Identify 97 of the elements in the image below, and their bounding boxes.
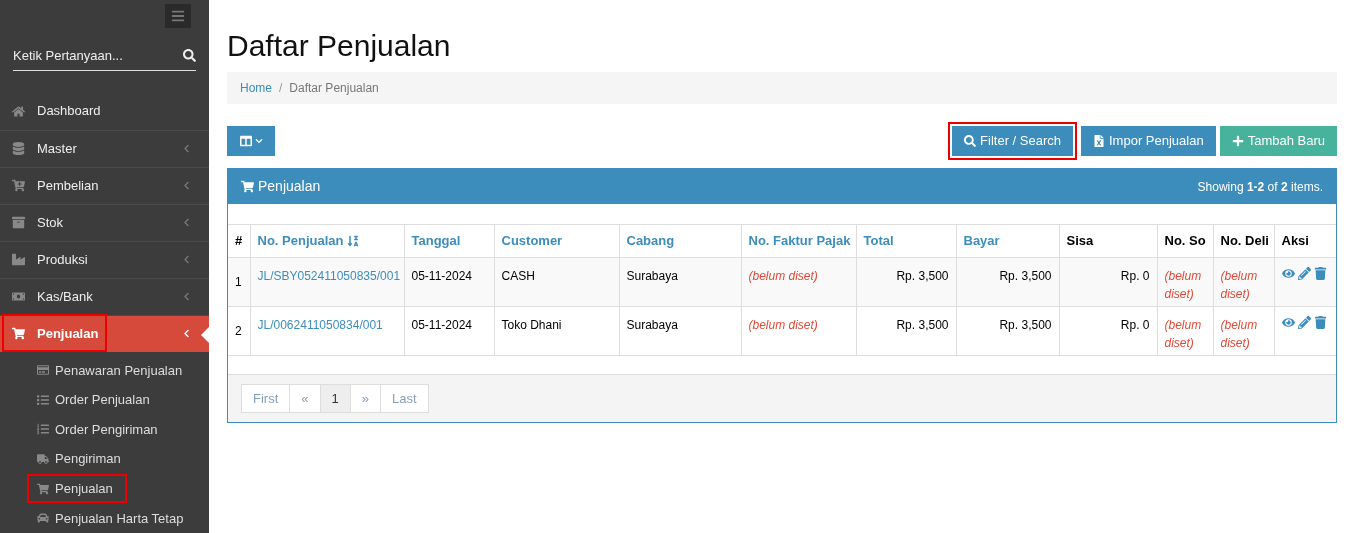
unset-value: (belum diset) [1220, 269, 1258, 301]
search-icon [964, 135, 977, 147]
sidebar-item[interactable]: Pembelian [0, 166, 209, 204]
cart-icon [37, 482, 49, 495]
car-icon [37, 512, 49, 525]
search-field[interactable]: Ketik Pertanyaan... [13, 46, 183, 66]
panel-title: Penjualan [258, 177, 321, 196]
chevron-icon [182, 218, 191, 227]
breadcrumb-link[interactable]: Home [240, 79, 272, 97]
table-cell: Rp. 3,500 [896, 318, 949, 332]
view-icon[interactable] [1281, 267, 1295, 280]
list-icon [37, 393, 49, 406]
table-cell: Surabaya [626, 318, 678, 332]
sidebar-item[interactable]: Stok [0, 203, 209, 241]
column-header[interactable]: No. Penjualan [250, 224, 404, 258]
table-cell: 05-11-2024 [411, 318, 472, 332]
submenu-item[interactable]: Order Penjualan [27, 385, 164, 415]
unset-value: (belum diset) [1220, 318, 1258, 350]
table-cell: Rp. 0 [1120, 318, 1150, 332]
cart-icon [12, 327, 25, 340]
table-cell: Toko Dhani [501, 318, 562, 332]
submenu-item[interactable]: Order Pengiriman [27, 414, 172, 445]
caret-icon [254, 137, 263, 145]
table-cell: 1 [235, 275, 242, 289]
edit-icon[interactable] [1297, 267, 1311, 280]
column-header: Sisa [1059, 224, 1157, 258]
cart-plus-icon [12, 179, 25, 192]
delete-icon[interactable] [1313, 267, 1327, 280]
sidebar-item[interactable]: Kas/Bank [0, 277, 209, 315]
table-cell: 05-11-2024 [411, 269, 472, 283]
column-header[interactable]: Cabang [619, 224, 741, 258]
submenu-item[interactable]: Penjualan Harta Tetap [27, 503, 198, 533]
submenu-item[interactable]: Penawaran Penjualan [27, 355, 197, 386]
unset-value: (belum diset) [1164, 318, 1202, 350]
column-header[interactable]: Total [856, 224, 956, 258]
table-cell: Rp. 0 [1120, 269, 1150, 283]
breadcrumb-separator: / [279, 80, 283, 97]
archive-icon [12, 216, 25, 229]
column-header: No. Deli [1213, 224, 1274, 258]
submenu-item[interactable]: Pengiriman [27, 444, 135, 474]
active-pointer [201, 326, 209, 343]
unset-value: (belum diset) [1164, 269, 1202, 301]
table-cell: Surabaya [626, 269, 678, 283]
search-icon[interactable] [183, 49, 196, 63]
sidebar-item[interactable]: Master [0, 129, 209, 167]
table-cell: Rp. 3,500 [896, 269, 949, 283]
page-link[interactable]: First [241, 384, 291, 413]
banknote-icon [12, 290, 25, 303]
delete-icon[interactable] [1313, 316, 1327, 329]
database-icon [12, 142, 25, 155]
edit-icon[interactable] [1297, 316, 1311, 329]
spreadsheet-file-icon [1093, 135, 1105, 147]
sidebar-item[interactable]: Dashboard [0, 92, 209, 130]
toolbar-button[interactable]: Impor Penjualan [1081, 126, 1216, 156]
toolbar-button[interactable]: Filter / Search [948, 122, 1077, 160]
sidebar-item[interactable]: Penjualan [0, 314, 209, 352]
page-link[interactable]: Last [380, 384, 429, 413]
page-title: Daftar Penjualan [227, 28, 452, 64]
cart-icon [241, 180, 254, 193]
unset-value: (belum diset) [748, 318, 818, 332]
table-cell: Rp. 3,500 [999, 318, 1052, 332]
table-cell: CASH [501, 269, 535, 283]
column-header[interactable]: Bayar [956, 224, 1059, 258]
chevron-icon [182, 181, 191, 190]
menu-button[interactable] [165, 4, 191, 28]
breadcrumb-current: Daftar Penjualan [289, 80, 379, 97]
columns-icon [239, 135, 252, 147]
plus-icon [1231, 135, 1244, 147]
page-link[interactable]: » [349, 384, 381, 413]
toolbar-button[interactable]: Tambah Baru [1219, 126, 1337, 156]
unset-value: (belum diset) [748, 269, 818, 283]
page-link[interactable]: 1 [319, 384, 351, 413]
table-cell: 2 [235, 324, 242, 338]
truck-icon [37, 453, 49, 466]
menu-icon [171, 9, 185, 23]
column-header[interactable]: No. Faktur Pajak [741, 224, 856, 258]
summary-text: Showing 1-2 of 2 items. [1197, 178, 1323, 196]
sidebar-item[interactable]: Produksi [0, 240, 209, 278]
column-header[interactable]: Customer [494, 224, 619, 258]
chevron-icon [182, 144, 191, 153]
chevron-icon [182, 329, 191, 338]
table-cell: Rp. 3,500 [999, 269, 1052, 283]
column-toggle-button[interactable] [227, 126, 275, 156]
page-link[interactable]: « [289, 384, 321, 413]
column-header: # [228, 224, 250, 258]
column-header: No. So [1157, 224, 1213, 258]
column-header: Aksi [1274, 224, 1336, 258]
factory-icon [12, 253, 25, 266]
submenu-item[interactable]: Penjualan [27, 473, 127, 504]
numbered-list-icon [37, 423, 49, 436]
view-icon[interactable] [1281, 316, 1295, 329]
card-icon [37, 364, 49, 377]
column-header[interactable]: Tanggal [404, 224, 494, 258]
chevron-icon [182, 292, 191, 301]
home-icon [12, 104, 25, 118]
sort-icon [347, 235, 360, 247]
chevron-icon [182, 255, 191, 264]
